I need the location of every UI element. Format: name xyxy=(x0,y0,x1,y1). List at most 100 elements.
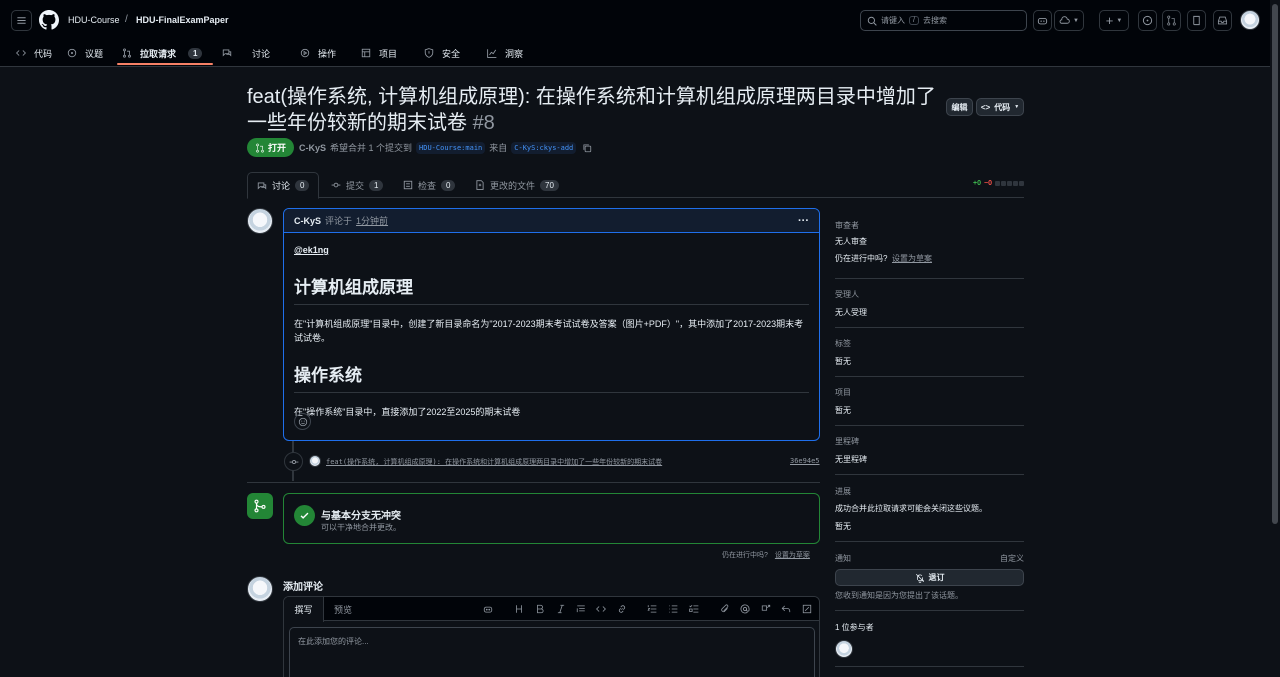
wip-draft-link[interactable]: 设置为草案 xyxy=(892,253,932,264)
ordered-list-tool[interactable] xyxy=(646,603,658,615)
conversation-counter: 0 xyxy=(295,180,310,191)
reviewers-label[interactable]: 审查者 xyxy=(835,220,859,231)
comment-textarea[interactable]: 在此添加您的评论... xyxy=(289,627,815,677)
comment-header: C-KyS 评论于 1分钟前 ··· xyxy=(284,209,819,233)
inbox-button[interactable] xyxy=(1213,10,1232,31)
task-list-icon xyxy=(689,604,699,613)
mention-link[interactable]: @ek1ng xyxy=(294,245,809,255)
code-tool[interactable] xyxy=(595,603,607,615)
merge-status-icon xyxy=(247,493,273,519)
comment-menu-button[interactable]: ··· xyxy=(798,215,809,227)
repositories-button[interactable] xyxy=(1187,10,1206,31)
github-logo-icon[interactable] xyxy=(39,10,59,30)
commit-author-avatar[interactable] xyxy=(309,455,321,467)
search-placeholder-before: 请键入 xyxy=(881,16,905,25)
sidebar-participants: 1 位参与者 xyxy=(835,611,1024,667)
tab-write[interactable]: 撰写 xyxy=(284,597,324,622)
labels-value: 暂无 xyxy=(835,357,851,366)
tab-code-label: 代码 xyxy=(34,48,53,59)
assignees-label[interactable]: 受理人 xyxy=(835,289,859,300)
search-input[interactable]: 请键入 / 去搜索 xyxy=(860,10,1027,31)
comment-time[interactable]: 1分钟前 xyxy=(356,214,388,227)
task-list-tool[interactable] xyxy=(688,603,700,615)
customize-link[interactable]: 自定义 xyxy=(1000,553,1024,564)
cross-reference-icon xyxy=(761,604,771,611)
tab-actions[interactable]: 操作 xyxy=(300,40,336,66)
milestone-label[interactable]: 里程碑 xyxy=(835,436,859,447)
add-reaction-button[interactable] xyxy=(294,413,311,430)
paperclip-icon xyxy=(721,604,729,613)
convert-to-draft-row: 仍在进行中吗? 设置为草案 xyxy=(722,550,810,560)
chevron-down-icon: ▼ xyxy=(1073,17,1079,24)
attach-tool[interactable] xyxy=(719,603,731,615)
tab-security[interactable]: 安全 xyxy=(424,40,460,66)
repo-owner-link[interactable]: HDU-Course xyxy=(68,15,120,25)
italic-tool[interactable] xyxy=(555,603,567,615)
quote-tool[interactable] xyxy=(575,603,587,615)
tab-preview[interactable]: 预览 xyxy=(333,597,353,622)
comment-author-avatar[interactable] xyxy=(247,208,273,234)
assignees-value: 无人受理 xyxy=(835,308,867,317)
search-placeholder-after: 去搜索 xyxy=(922,16,947,25)
tab-projects[interactable]: 项目 xyxy=(361,40,397,66)
heading-tool[interactable] xyxy=(513,603,525,615)
check-circle-icon xyxy=(294,505,315,526)
tab-files-changed-label: 更改的文件 xyxy=(490,180,536,191)
head-branch[interactable]: C-KyS:ckys-add xyxy=(511,141,577,154)
saved-reply-tool[interactable] xyxy=(780,603,792,615)
copilot-dropdown-button[interactable]: ▼ xyxy=(1054,10,1084,31)
tab-insights[interactable]: 洞察 xyxy=(487,40,523,66)
tab-commits[interactable]: 提交 1 xyxy=(331,172,384,198)
add-comment-title: 添加评论 xyxy=(283,582,323,593)
hamburger-icon xyxy=(17,17,26,24)
tab-checks[interactable]: 检查 0 xyxy=(403,172,456,198)
unordered-list-tool[interactable] xyxy=(667,603,679,615)
commit-message-link[interactable]: feat(操作系统, 计算机组成原理): 在操作系统和计算机组成原理两目录中增加… xyxy=(326,457,662,467)
development-label[interactable]: 进展 xyxy=(835,486,851,497)
repo-name-link[interactable]: HDU-FinalExamPaper xyxy=(136,15,229,25)
tab-files-changed[interactable]: 更改的文件 70 xyxy=(475,172,559,198)
current-user-avatar[interactable] xyxy=(247,576,273,602)
tab-issues[interactable]: 议题 xyxy=(67,40,103,66)
projects-value: 暂无 xyxy=(835,406,851,415)
code-icon: <> xyxy=(980,102,991,112)
convert-to-draft-link[interactable]: 设置为草案 xyxy=(775,550,810,560)
tab-code[interactable]: 代码 xyxy=(16,40,52,66)
pull-requests-counter: 1 xyxy=(188,47,203,59)
commit-sha-link[interactable]: 36e94e5 xyxy=(790,457,820,465)
sidebar-development: 进展 成功合并此拉取请求可能会关闭这些议题。 暂无 xyxy=(835,475,1024,542)
merge-status-subtitle: 可以干净地合并更改。 xyxy=(321,523,401,532)
link-tool[interactable] xyxy=(616,603,628,615)
copilot-tool[interactable] xyxy=(482,603,494,615)
copy-icon[interactable] xyxy=(582,143,592,153)
create-new-button[interactable]: + ▼ xyxy=(1099,10,1129,31)
code-icon xyxy=(16,50,26,56)
comment-author[interactable]: C-KyS xyxy=(294,216,321,226)
pr-meta-from: 来自 xyxy=(489,143,508,153)
tab-discussions[interactable]: 讨论 xyxy=(222,40,270,66)
reference-tool[interactable] xyxy=(760,603,772,615)
user-avatar[interactable] xyxy=(1240,10,1260,30)
bold-tool[interactable] xyxy=(534,603,546,615)
base-branch[interactable]: HDU-Course:main xyxy=(416,141,486,154)
diffstat-added: +0 xyxy=(973,180,982,187)
menu-button[interactable] xyxy=(11,10,32,31)
tab-conversation[interactable]: 讨论 0 xyxy=(247,172,320,199)
pr-author-link[interactable]: C-KyS xyxy=(299,143,326,153)
scrollbar-thumb[interactable] xyxy=(1272,4,1278,524)
mention-tool[interactable] xyxy=(739,603,751,615)
fullscreen-tool[interactable] xyxy=(801,603,813,615)
edit-button[interactable]: 编辑 xyxy=(946,98,973,116)
participant-avatar[interactable] xyxy=(835,640,853,658)
tab-conversation-label: 讨论 xyxy=(272,181,291,191)
labels-label[interactable]: 标签 xyxy=(835,338,851,349)
unsubscribe-button[interactable]: 退订 xyxy=(835,569,1024,586)
projects-label[interactable]: 项目 xyxy=(835,387,851,398)
copilot-button[interactable] xyxy=(1033,10,1052,31)
code-button[interactable]: <> 代码 ▼ xyxy=(976,98,1024,116)
discussion-icon xyxy=(222,49,232,57)
pull-requests-button[interactable] xyxy=(1162,10,1181,31)
fullscreen-icon xyxy=(802,604,812,614)
unsubscribe-label: 退订 xyxy=(928,573,945,582)
issues-button[interactable] xyxy=(1138,10,1157,31)
